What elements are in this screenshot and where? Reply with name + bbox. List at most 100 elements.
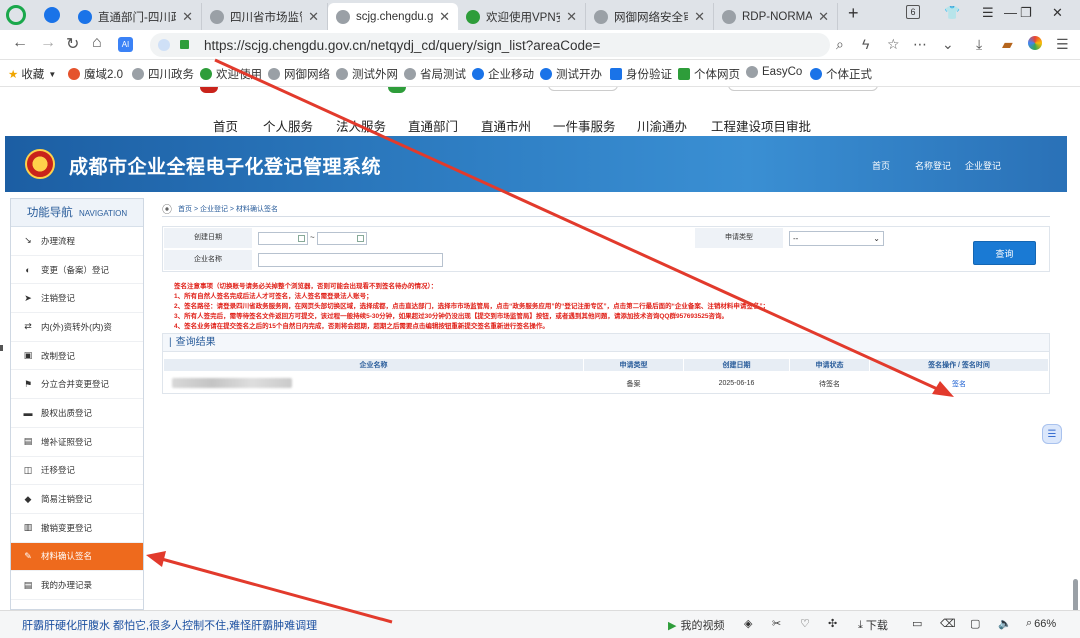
reload-icon[interactable]: ↻ [66,34,79,54]
bookmark-item[interactable]: 魔域2.0 [68,66,123,82]
header-link-name-registration[interactable]: 名称登记 [915,159,951,172]
floating-toolbox-icon[interactable]: ☰ [1042,424,1062,444]
left-edge-handle[interactable] [0,345,3,351]
sidebar-item-restructuring[interactable]: ▣ 改制登记 [11,342,143,371]
sidebar-item-change-registration[interactable]: ◐ 变更（备案）登记 [11,256,143,285]
close-icon[interactable]: ✕ [439,9,450,25]
sidebar-item-split-merge[interactable]: ⚑ 分立合并变更登记 [11,370,143,400]
apply-type-select[interactable]: -- ⌄ [789,231,884,246]
sidebar-item-my-records[interactable]: ▤ 我的办理记录 [11,571,143,600]
ai-icon[interactable]: AI [118,37,133,52]
portal-nav-item[interactable]: 法人服务 [336,116,386,135]
star-icon[interactable]: ☆ [887,36,900,53]
tab-5[interactable]: 网御网络安全审 ✕ [586,3,714,30]
sidebar-item-relocation[interactable]: ◫ 迁移登记 [11,457,143,486]
sidebar-item-simple-deregistration[interactable]: ◆ 简易注销登记 [11,485,143,514]
calendar-icon[interactable] [357,235,364,242]
tab-4[interactable]: 欢迎使用VPN安 ✕ [458,3,586,30]
portal-nav-item[interactable]: 个人服务 [263,116,313,135]
minimize-button[interactable]: — [1004,5,1017,20]
download-icon[interactable]: ⤓ [976,36,982,53]
breadcrumb-text[interactable]: 首页 > 企业登记 > 材料确认签名 [178,204,278,214]
bookmark-item[interactable]: 欢迎使用 [200,66,262,82]
cleanup-icon[interactable]: ⌫ [940,617,956,630]
screenshot-icon[interactable]: ✂ [772,617,781,630]
tab-3-active[interactable]: scjg.chengdu.g ✕ [328,3,458,30]
window-icon[interactable]: ▢ [970,617,980,630]
portal-nav-item[interactable]: 川渝通办 [637,116,687,135]
bookmark-item[interactable]: 四川政务 [132,66,194,82]
end-date-input[interactable] [317,232,367,245]
device-icon[interactable]: ▭ [912,617,922,630]
zoom-search-icon[interactable]: ⌕ [836,36,844,53]
portal-nav-item[interactable]: 首页 [213,116,238,135]
site-info-icon[interactable] [158,39,170,51]
portal-nav-item[interactable]: 工程建设项目审批 [711,116,811,135]
new-tab-button[interactable]: + [848,3,859,24]
back-icon[interactable]: ← [12,34,28,52]
forward-icon[interactable]: → [40,34,56,52]
close-icon[interactable]: ✕ [694,9,705,25]
portal-nav-item[interactable]: 直通部门 [408,116,458,135]
portal-nav-item[interactable]: 直通市州 [481,116,531,135]
sign-link[interactable]: 签名 [952,381,966,388]
bookmark-item[interactable]: 省局测试 [404,66,466,82]
header-link-home[interactable]: 首页 [872,159,890,172]
browser-logo-icon[interactable] [6,5,26,25]
lightning-icon[interactable]: ϟ [862,36,869,52]
my-video-button[interactable]: ▶ 我的视频 [668,617,724,633]
sidebar-item-capital-conversion[interactable]: ⇄ 内(外)资转外(内)资 [11,313,143,342]
chevron-down-icon[interactable]: ⌄ [942,36,954,53]
sidebar-item-material-signature[interactable]: ✎ 材料确认签名 [11,542,143,572]
close-icon[interactable]: ✕ [308,9,319,25]
bookmark-item[interactable]: EasyCo [746,66,802,78]
bookmark-item[interactable]: 企业移动 [472,66,534,82]
close-icon[interactable]: ✕ [818,9,829,25]
bookmark-favorites[interactable]: ★ 收藏 ▼ [8,66,56,82]
translate-icon[interactable]: ◈ [744,617,752,630]
portal-search-box[interactable] [548,87,618,91]
company-name-input[interactable] [258,253,443,267]
close-icon[interactable]: ✕ [182,9,193,25]
tab-nav-icon[interactable] [44,7,60,23]
sidebar-item-revoke-change[interactable]: ▥ 撤销变更登记 [11,514,143,543]
download-button[interactable]: ⤓ 下载 [858,617,888,633]
skin-icon[interactable]: 👕 [944,5,960,21]
bookmark-item[interactable]: 身份验证 [610,66,672,82]
briefcase-icon[interactable]: ▰ [1002,36,1013,53]
menu-icon[interactable]: ☰ [982,5,994,21]
close-icon[interactable]: ✕ [566,9,577,25]
bookmark-item[interactable]: 测试外网 [336,66,398,82]
heart-icon[interactable]: ♡ [800,617,810,630]
scrollbar-thumb[interactable] [1073,579,1078,610]
close-window-button[interactable]: ✕ [1052,5,1063,21]
bookmark-item[interactable]: 个体正式 [810,66,872,82]
tab-1[interactable]: 直通部门-四川政 ✕ [70,3,202,30]
bookmark-item[interactable]: 个体网页 [678,66,740,82]
menu-icon[interactable]: ☰ [1056,36,1069,53]
sound-icon[interactable]: 🔈 [998,617,1012,630]
bookmark-item[interactable]: 网御网络 [268,66,330,82]
news-ticker[interactable]: 肝霸肝硬化肝腹水 都怕它,很多人控制不住,难怪肝霸肿难调理 [22,617,317,633]
bookmark-item[interactable]: 测试开办 [540,66,602,82]
url-field[interactable]: https://scjg.chengdu.gov.cn/netqydj_cd/q… [150,33,830,57]
home-icon[interactable]: ⌂ [92,34,102,52]
sidebar-item-license-reissue[interactable]: ▤ 增补证照登记 [11,428,143,457]
game-icon[interactable]: ✣ [828,617,837,630]
query-button[interactable]: 查询 [973,241,1036,265]
start-date-input[interactable] [258,232,308,245]
zoom-level[interactable]: ⌕ 66% [1026,617,1056,630]
portal-nav-item[interactable]: 一件事服务 [553,116,616,135]
sidebar-item-process[interactable]: ↘ 办理流程 [11,227,143,256]
maximize-button[interactable]: ❐ [1020,5,1032,21]
tab-count-badge[interactable]: 6 [906,5,920,19]
calendar-icon[interactable] [298,235,305,242]
extension-icon[interactable] [1028,36,1042,50]
sidebar-item-equity-pledge[interactable]: ▬ 股权出质登记 [11,399,143,428]
tab-6[interactable]: RDP-NORMAL- ✕ [714,3,838,30]
tab-2[interactable]: 四川省市场监管 ✕ [202,3,328,30]
more-icon[interactable]: ⋯ [913,36,927,53]
portal-search-box[interactable] [728,87,878,91]
header-link-enterprise-registration[interactable]: 企业登记 [965,159,1001,172]
sidebar-item-deregistration[interactable]: ➤ 注销登记 [11,284,143,314]
